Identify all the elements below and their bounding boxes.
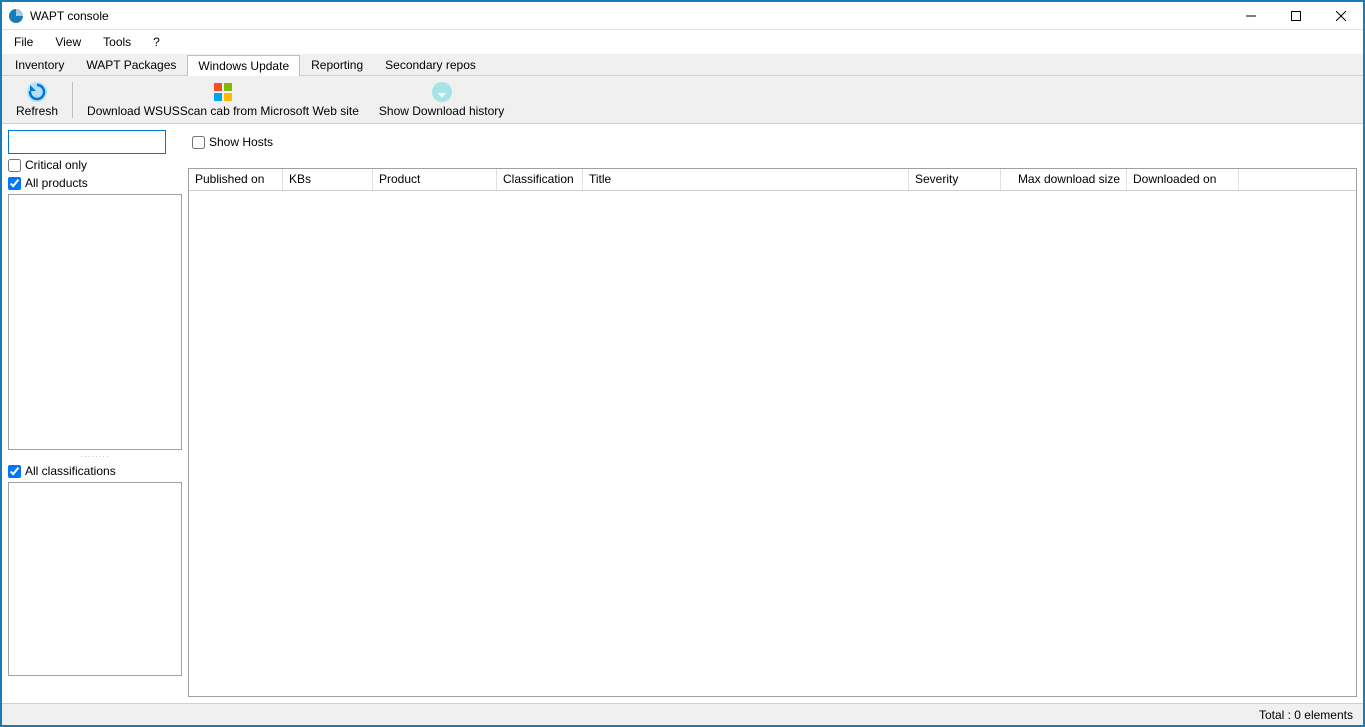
col-product[interactable]: Product <box>373 169 497 190</box>
show-hosts-checkbox[interactable]: Show Hosts <box>192 135 273 149</box>
critical-only-checkbox[interactable]: Critical only <box>8 158 182 172</box>
all-classifications-checkbox[interactable]: All classifications <box>8 464 182 478</box>
maximize-button[interactable] <box>1273 2 1318 29</box>
critical-only-label: Critical only <box>25 158 87 172</box>
critical-only-input[interactable] <box>8 159 21 172</box>
refresh-label: Refresh <box>16 104 58 118</box>
col-kbs[interactable]: KBs <box>283 169 373 190</box>
window-title: WAPT console <box>30 9 1228 23</box>
tab-reporting[interactable]: Reporting <box>300 54 374 75</box>
titlebar: WAPT console <box>2 2 1363 30</box>
download-wsus-label: Download WSUSScan cab from Microsoft Web… <box>87 104 359 118</box>
tab-secondary-repos[interactable]: Secondary repos <box>374 54 487 75</box>
statusbar: Total : 0 elements <box>2 703 1363 725</box>
content-area: Show Hosts Published on KBs Product Clas… <box>188 130 1357 697</box>
col-downloaded-on[interactable]: Downloaded on <box>1127 169 1239 190</box>
products-listbox[interactable] <box>8 194 182 450</box>
app-icon <box>8 8 24 24</box>
refresh-button[interactable]: Refresh <box>8 78 66 122</box>
search-input[interactable] <box>8 130 166 154</box>
all-products-input[interactable] <box>8 177 21 190</box>
classifications-listbox[interactable] <box>8 482 182 676</box>
tabbar: Inventory WAPT Packages Windows Update R… <box>2 54 1363 76</box>
close-button[interactable] <box>1318 2 1363 29</box>
main-area: Critical only All products ········ All … <box>2 124 1363 703</box>
menu-tools[interactable]: Tools <box>99 33 135 51</box>
col-published-on[interactable]: Published on <box>189 169 283 190</box>
tab-inventory[interactable]: Inventory <box>4 54 75 75</box>
download-wsus-button[interactable]: Download WSUSScan cab from Microsoft Web… <box>79 78 367 122</box>
grid-body[interactable] <box>189 191 1356 696</box>
toolbar-separator <box>72 82 73 118</box>
windows-logo-icon <box>212 81 234 103</box>
show-hosts-input[interactable] <box>192 136 205 149</box>
download-history-icon <box>431 81 453 103</box>
refresh-icon <box>26 81 48 103</box>
show-history-label: Show Download history <box>379 104 504 118</box>
col-classification[interactable]: Classification <box>497 169 583 190</box>
all-products-checkbox[interactable]: All products <box>8 176 182 190</box>
top-filters: Show Hosts <box>188 130 1357 154</box>
menubar: File View Tools ? <box>2 30 1363 54</box>
col-title[interactable]: Title <box>583 169 909 190</box>
col-max-download-size[interactable]: Max download size <box>1001 169 1127 190</box>
all-products-label: All products <box>25 176 88 190</box>
menu-help[interactable]: ? <box>149 33 164 51</box>
all-classifications-input[interactable] <box>8 465 21 478</box>
show-history-button[interactable]: Show Download history <box>371 78 512 122</box>
tab-packages[interactable]: WAPT Packages <box>75 54 187 75</box>
show-hosts-label: Show Hosts <box>209 135 273 149</box>
menu-file[interactable]: File <box>10 33 37 51</box>
all-classifications-label: All classifications <box>25 464 116 478</box>
splitter[interactable]: ········ <box>8 454 182 460</box>
col-severity[interactable]: Severity <box>909 169 1001 190</box>
tab-windows-update[interactable]: Windows Update <box>187 55 300 76</box>
status-total: Total : 0 elements <box>1259 708 1353 722</box>
toolbar: Refresh Download WSUSScan cab from Micro… <box>2 76 1363 124</box>
grid-header: Published on KBs Product Classification … <box>189 169 1356 191</box>
sidebar: Critical only All products ········ All … <box>8 130 182 697</box>
menu-view[interactable]: View <box>51 33 85 51</box>
minimize-button[interactable] <box>1228 2 1273 29</box>
updates-grid: Published on KBs Product Classification … <box>188 168 1357 697</box>
col-spacer <box>1239 169 1356 190</box>
window-controls <box>1228 2 1363 29</box>
